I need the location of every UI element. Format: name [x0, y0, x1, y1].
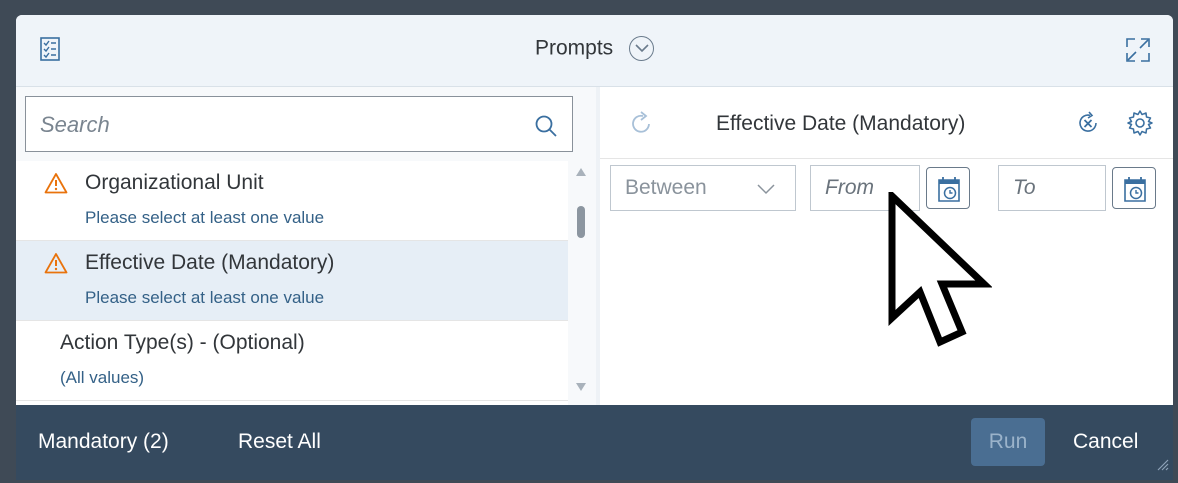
dialog-title-group: Prompts — [16, 36, 1173, 61]
chevron-down-icon[interactable] — [629, 36, 655, 61]
settings-gear-icon[interactable] — [1126, 109, 1154, 142]
warning-icon — [44, 252, 68, 279]
prompts-dialog: Prompts Search Organizational Unit Pleas… — [16, 15, 1173, 480]
list-scrollbar[interactable] — [574, 161, 588, 405]
operator-select[interactable]: Between — [610, 165, 796, 211]
search-input[interactable]: Search — [25, 96, 573, 152]
prompt-detail-pane: Effective Date (Mandatory) Between From … — [600, 87, 1173, 405]
resize-handle-icon[interactable] — [1155, 457, 1169, 476]
detail-title: Effective Date (Mandatory) — [716, 112, 966, 135]
search-icon[interactable] — [534, 114, 558, 143]
from-placeholder: From — [825, 176, 874, 199]
list-item[interactable]: Organizational Unit Please select at lea… — [16, 161, 568, 241]
prompt-status: Please select at least one value — [85, 288, 325, 307]
calendar-clock-icon — [1124, 177, 1146, 202]
list-item[interactable]: Action Type(s) - (Optional) (All values) — [16, 321, 568, 401]
mouse-pointer-icon — [888, 187, 993, 357]
prompt-list-pane: Search Organizational Unit Please select… — [16, 87, 596, 405]
reset-all-button[interactable]: Reset All — [238, 430, 321, 454]
clear-selection-icon[interactable] — [1076, 111, 1100, 140]
operator-value: Between — [625, 176, 707, 199]
prompt-status: Please select at least one value — [85, 208, 325, 227]
mandatory-filter-button[interactable]: Mandatory (2) — [38, 430, 169, 454]
dialog-footer: Mandatory (2) Reset All Run Cancel — [16, 405, 1173, 480]
warning-icon — [44, 172, 68, 199]
expand-icon[interactable] — [1125, 37, 1151, 68]
chevron-down-icon — [757, 182, 775, 200]
refresh-icon[interactable] — [630, 111, 654, 142]
dialog-title: Prompts — [534, 36, 614, 60]
search-placeholder: Search — [40, 112, 110, 137]
to-calendar-button[interactable] — [1112, 167, 1156, 209]
prompt-status: (All values) — [60, 368, 145, 387]
detail-header: Effective Date (Mandatory) — [600, 87, 1173, 159]
prompt-label: Organizational Unit — [85, 171, 264, 194]
prompt-list: Organizational Unit Please select at lea… — [16, 161, 568, 405]
to-date-input[interactable]: To — [998, 165, 1106, 211]
to-placeholder: To — [1013, 176, 1036, 199]
run-button[interactable]: Run — [971, 418, 1045, 466]
dialog-header: Prompts — [16, 15, 1173, 87]
prompt-label: Action Type(s) - (Optional) — [60, 331, 305, 354]
prompt-label: Effective Date (Mandatory) — [85, 251, 335, 274]
cancel-button[interactable]: Cancel — [1073, 430, 1138, 454]
list-item[interactable]: Effective Date (Mandatory) Please select… — [16, 241, 568, 321]
